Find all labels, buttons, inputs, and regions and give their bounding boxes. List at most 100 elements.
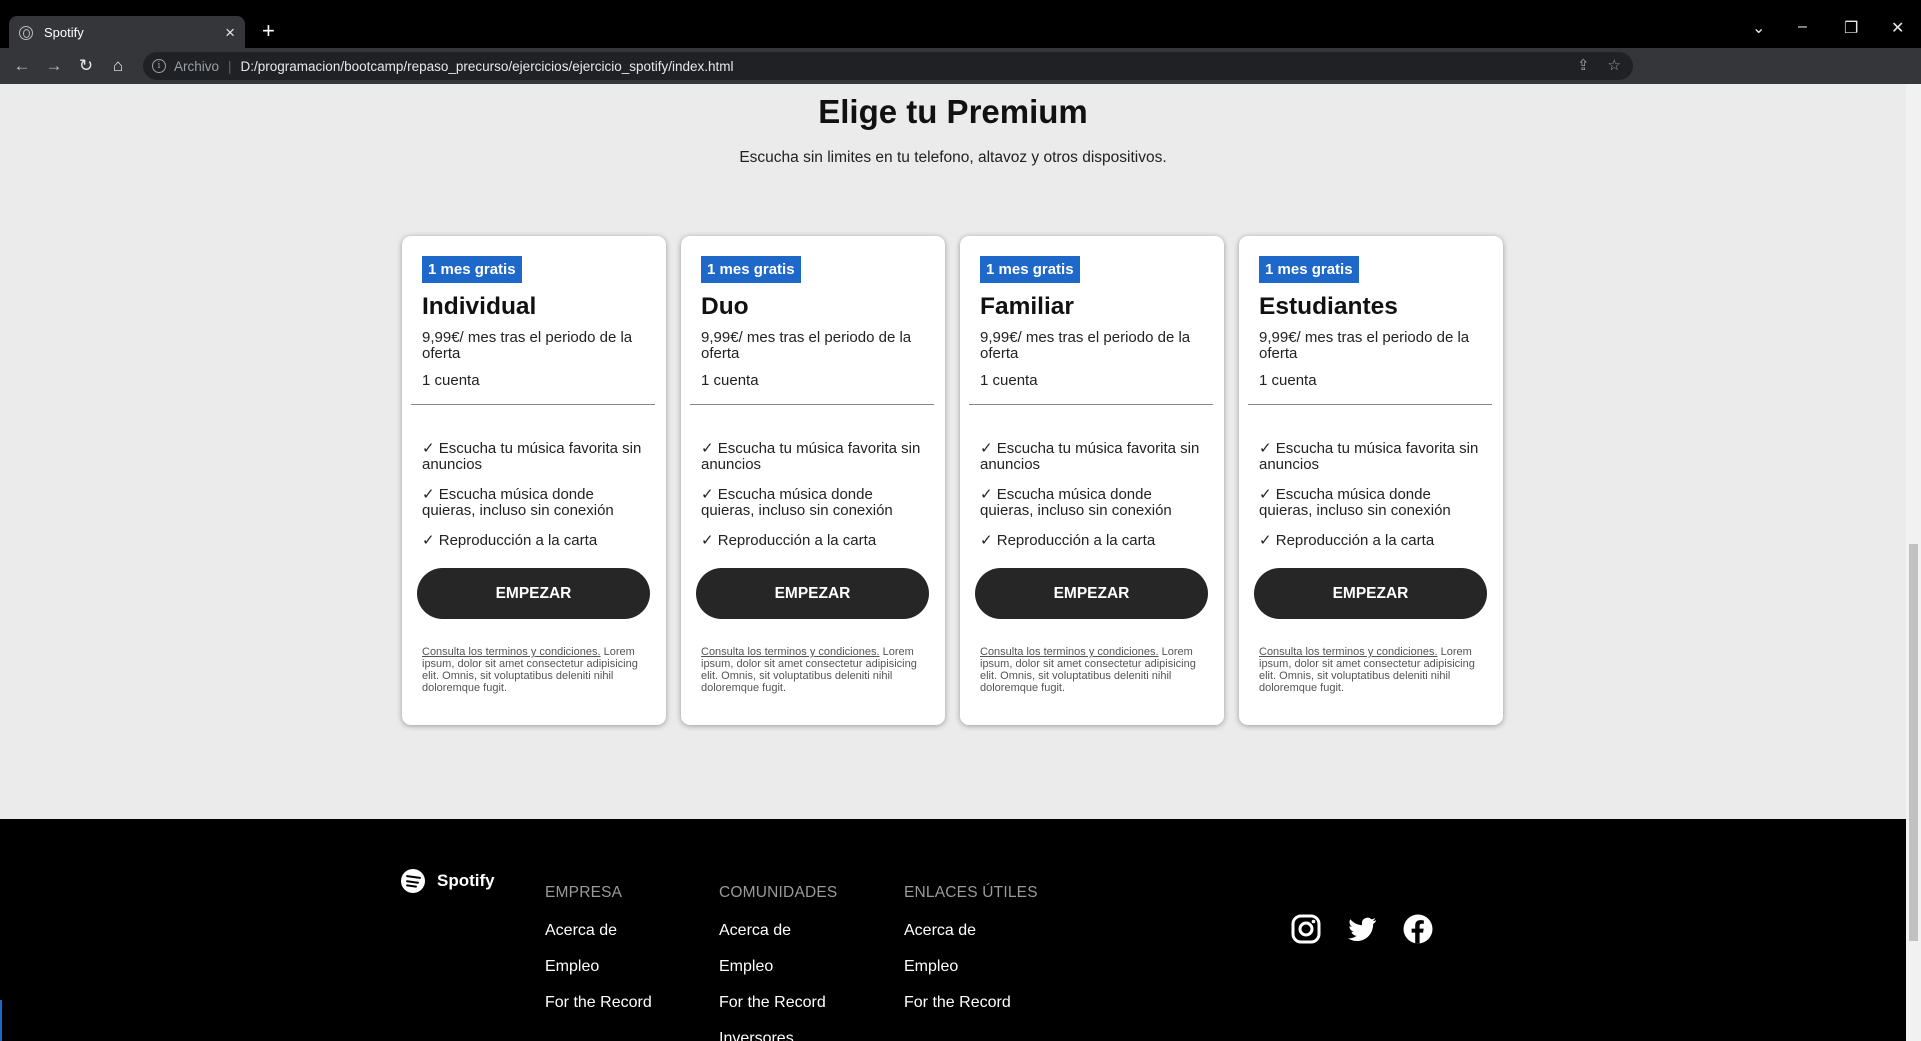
new-tab-button[interactable]: + — [262, 18, 275, 44]
restore-icon[interactable]: ❐ — [1844, 18, 1858, 38]
footer-link[interactable]: Empleo — [545, 957, 652, 977]
plan-terms: Consulta los terminos y condiciones. Lor… — [701, 646, 931, 694]
address-scheme: Archivo — [174, 58, 220, 74]
footer-link[interactable]: Acerca de — [545, 921, 652, 941]
share-icon[interactable]: ⇪ — [1577, 56, 1590, 74]
terms-link[interactable]: Consulta los terminos y condiciones. — [701, 646, 880, 658]
forward-icon[interactable]: → — [38, 56, 70, 76]
plan-card-familiar: 1 mes gratis Familiar 9,99€/ mes tras el… — [960, 236, 1224, 725]
plan-accounts: 1 cuenta — [1259, 372, 1317, 389]
plan-price: 9,99€/ mes tras el periodo de la oferta — [980, 329, 1191, 362]
terms-link[interactable]: Consulta los terminos y condiciones. — [422, 646, 601, 658]
plan-badge: 1 mes gratis — [422, 256, 522, 283]
footer-brand-name: Spotify — [437, 871, 495, 890]
footer-column-empresa: EMPRESA Acerca de Empleo For the Record — [545, 884, 652, 1029]
footer-column-heading: COMUNIDADES — [719, 884, 838, 901]
browser-tab-bar: Spotify × + ⌄ – ❐ ✕ — [0, 0, 1921, 49]
page-title: Elige tu Premium — [818, 93, 1088, 130]
plan-terms: Consulta los terminos y condiciones. Lor… — [1259, 646, 1489, 694]
social-links — [1290, 913, 1434, 945]
divider — [1248, 404, 1492, 405]
plan-price: 9,99€/ mes tras el periodo de la oferta — [1259, 329, 1470, 362]
taskbar-edge — [0, 1000, 2, 1041]
info-icon[interactable]: i — [152, 59, 166, 73]
plan-card-estudiantes: 1 mes gratis Estudiantes 9,99€/ mes tras… — [1239, 236, 1503, 725]
footer-link[interactable]: Acerca de — [719, 921, 837, 941]
footer-column-enlaces-utiles: ENLACES ÚTILES Acerca de Empleo For the … — [904, 884, 1038, 1029]
terms-link[interactable]: Consulta los terminos y condiciones. — [1259, 646, 1438, 658]
divider — [969, 404, 1213, 405]
plan-name: Duo — [701, 293, 749, 320]
plan-card-duo: 1 mes gratis Duo 9,99€/ mes tras el peri… — [681, 236, 945, 725]
spotify-logo-icon — [401, 869, 425, 893]
start-button[interactable]: EMPEZAR — [1254, 568, 1487, 619]
plan-features: ✓ Escucha tu música favorita sin anuncio… — [980, 441, 1204, 549]
address-url: D:/programacion/bootcamp/repaso_precurso… — [240, 58, 734, 74]
footer-link[interactable]: Acerca de — [904, 921, 1038, 941]
plan-badge: 1 mes gratis — [1259, 256, 1359, 283]
plans-grid: 1 mes gratis Individual 9,99€/ mes tras … — [402, 236, 1503, 726]
start-button[interactable]: EMPEZAR — [417, 568, 650, 619]
footer-link[interactable]: For the Record — [719, 993, 837, 1013]
footer-column-comunidades: COMUNIDADES Acerca de Empleo For the Rec… — [719, 884, 837, 1041]
page-viewport: Elige tu Premium Escucha sin limites en … — [0, 84, 1906, 1041]
plan-price: 9,99€/ mes tras el periodo de la oferta — [422, 329, 633, 362]
scrollbar-thumb[interactable] — [1909, 544, 1918, 941]
plan-accounts: 1 cuenta — [701, 372, 759, 389]
plan-feature: ✓ Escucha música donde quieras, incluso … — [701, 486, 893, 519]
window-close-icon[interactable]: ✕ — [1891, 18, 1904, 38]
browser-toolbar: ← → ↻ ⌂ i Archivo | D:/programacion/boot… — [0, 48, 1921, 123]
plan-terms: Consulta los terminos y condiciones. Lor… — [980, 646, 1210, 694]
facebook-icon[interactable] — [1402, 913, 1434, 945]
plan-features: ✓ Escucha tu música favorita sin anuncio… — [701, 441, 925, 549]
footer-link[interactable]: For the Record — [545, 993, 652, 1013]
tab-close-icon[interactable]: × — [225, 23, 235, 43]
plan-feature: ✓ Reproducción a la carta — [1259, 532, 1435, 549]
footer-link[interactable]: Inversores — [719, 1029, 837, 1041]
plan-name: Estudiantes — [1259, 293, 1398, 320]
home-icon[interactable]: ⌂ — [102, 56, 134, 76]
plan-feature: ✓ Escucha música donde quieras, incluso … — [1259, 486, 1451, 519]
reload-icon[interactable]: ↻ — [70, 56, 102, 76]
plan-terms: Consulta los terminos y condiciones. Lor… — [422, 646, 652, 694]
footer-link[interactable]: Empleo — [904, 957, 1038, 977]
footer-brand[interactable]: Spotify — [401, 869, 495, 893]
back-icon[interactable]: ← — [6, 56, 38, 76]
footer-link[interactable]: Empleo — [719, 957, 837, 977]
plan-accounts: 1 cuenta — [422, 372, 480, 389]
footer-link[interactable]: For the Record — [904, 993, 1038, 1013]
globe-icon — [19, 25, 33, 40]
plan-feature: ✓ Escucha tu música favorita sin anuncio… — [422, 440, 642, 473]
plan-feature: ✓ Escucha tu música favorita sin anuncio… — [980, 440, 1200, 473]
plan-feature: ✓ Escucha tu música favorita sin anuncio… — [1259, 440, 1479, 473]
plan-features: ✓ Escucha tu música favorita sin anuncio… — [422, 441, 646, 549]
plan-badge: 1 mes gratis — [980, 256, 1080, 283]
plan-price: 9,99€/ mes tras el periodo de la oferta — [701, 329, 912, 362]
bookmark-star-icon[interactable]: ☆ — [1608, 56, 1621, 74]
instagram-icon[interactable] — [1290, 913, 1322, 945]
footer-column-heading: ENLACES ÚTILES — [904, 884, 1038, 901]
footer: Spotify EMPRESA Acerca de Empleo For the… — [0, 819, 1906, 1041]
divider — [411, 404, 655, 405]
twitter-icon[interactable] — [1346, 913, 1378, 945]
browser-tab[interactable]: Spotify × — [9, 16, 245, 49]
terms-link[interactable]: Consulta los terminos y condiciones. — [980, 646, 1159, 658]
plan-accounts: 1 cuenta — [980, 372, 1038, 389]
plan-feature: ✓ Escucha música donde quieras, incluso … — [422, 486, 614, 519]
plan-feature: ✓ Escucha tu música favorita sin anuncio… — [701, 440, 921, 473]
address-bar[interactable]: i Archivo | D:/programacion/bootcamp/rep… — [143, 52, 1633, 80]
divider — [690, 404, 934, 405]
start-button[interactable]: EMPEZAR — [696, 568, 929, 619]
plan-feature: ✓ Reproducción a la carta — [422, 532, 598, 549]
page-subtitle: Escucha sin limites en tu telefono, alta… — [739, 149, 1167, 166]
address-separator: | — [228, 58, 232, 74]
address-actions: ⇪ ☆ — [1577, 56, 1621, 74]
start-button[interactable]: EMPEZAR — [975, 568, 1208, 619]
plan-feature: ✓ Escucha música donde quieras, incluso … — [980, 486, 1172, 519]
tab-search-icon[interactable]: ⌄ — [1752, 18, 1765, 38]
plan-feature: ✓ Reproducción a la carta — [980, 532, 1156, 549]
tab-title: Spotify — [44, 25, 84, 40]
plan-name: Individual — [422, 293, 537, 320]
page-scrollbar[interactable] — [1906, 84, 1921, 1041]
minimize-icon[interactable]: – — [1798, 18, 1807, 36]
